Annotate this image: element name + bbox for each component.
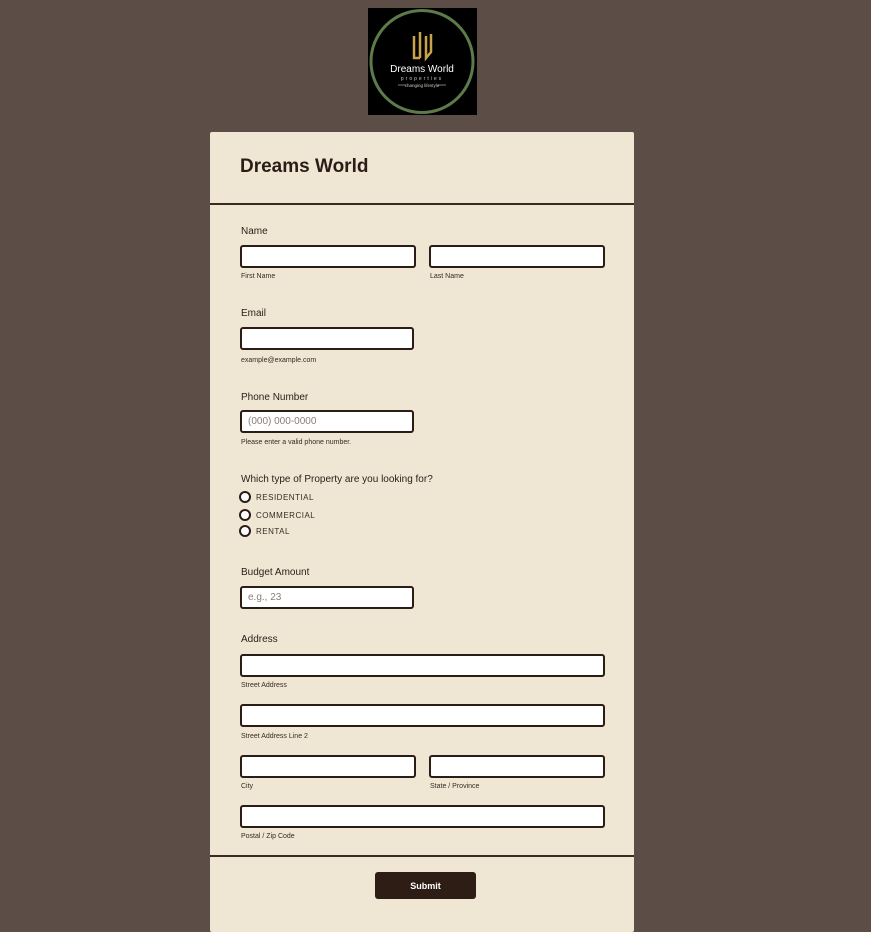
postal-code-input[interactable] bbox=[240, 805, 605, 828]
street-address-input[interactable] bbox=[240, 654, 605, 677]
address-label: Address bbox=[241, 634, 278, 645]
logo-emblem: Dreams World properties changing lifesty… bbox=[369, 9, 475, 114]
radio-rental[interactable]: RENTAL bbox=[239, 525, 290, 537]
phone-input[interactable] bbox=[240, 410, 414, 433]
svg-text:changing lifestyle: changing lifestyle bbox=[405, 83, 440, 88]
name-label: Name bbox=[241, 226, 268, 237]
city-input[interactable] bbox=[240, 755, 416, 778]
radio-circle[interactable] bbox=[239, 509, 251, 521]
street-address-sublabel: Street Address bbox=[241, 682, 287, 689]
form-title: Dreams World bbox=[240, 156, 369, 177]
street-address-line2-input[interactable] bbox=[240, 704, 605, 727]
svg-text:properties: properties bbox=[401, 76, 443, 82]
budget-input[interactable] bbox=[240, 586, 414, 609]
first-name-sublabel: First Name bbox=[241, 273, 276, 280]
radio-commercial[interactable]: COMMERCIAL bbox=[239, 509, 315, 521]
radio-label: RENTAL bbox=[256, 526, 290, 536]
last-name-input[interactable] bbox=[429, 245, 605, 268]
email-input[interactable] bbox=[240, 327, 414, 350]
radio-circle[interactable] bbox=[239, 525, 251, 537]
footer-divider bbox=[210, 855, 634, 857]
header-divider bbox=[210, 203, 634, 205]
radio-label: COMMERCIAL bbox=[256, 510, 316, 520]
phone-sublabel: Please enter a valid phone number. bbox=[241, 439, 352, 446]
form-card: Dreams World Name First Name Last Name E… bbox=[210, 132, 634, 932]
budget-label: Budget Amount bbox=[241, 567, 310, 578]
radio-label: RESIDENTIAL bbox=[256, 492, 314, 502]
radio-circle[interactable] bbox=[239, 491, 251, 503]
svg-text:Dreams World: Dreams World bbox=[390, 64, 454, 75]
submit-button[interactable]: Submit bbox=[375, 872, 476, 899]
email-sublabel: example@example.com bbox=[241, 357, 317, 364]
state-input[interactable] bbox=[429, 755, 605, 778]
logo: Dreams World properties changing lifesty… bbox=[368, 8, 477, 115]
state-sublabel: State / Province bbox=[430, 783, 480, 790]
last-name-sublabel: Last Name bbox=[430, 273, 464, 280]
radio-residential[interactable]: RESIDENTIAL bbox=[239, 491, 314, 503]
phone-label: Phone Number bbox=[241, 392, 309, 403]
email-label: Email bbox=[241, 308, 267, 319]
first-name-input[interactable] bbox=[240, 245, 416, 268]
property-type-label: Which type of Property are you looking f… bbox=[241, 474, 433, 485]
postal-code-sublabel: Postal / Zip Code bbox=[241, 833, 295, 840]
city-sublabel: City bbox=[241, 783, 254, 790]
street-address-line2-sublabel: Street Address Line 2 bbox=[241, 733, 308, 740]
